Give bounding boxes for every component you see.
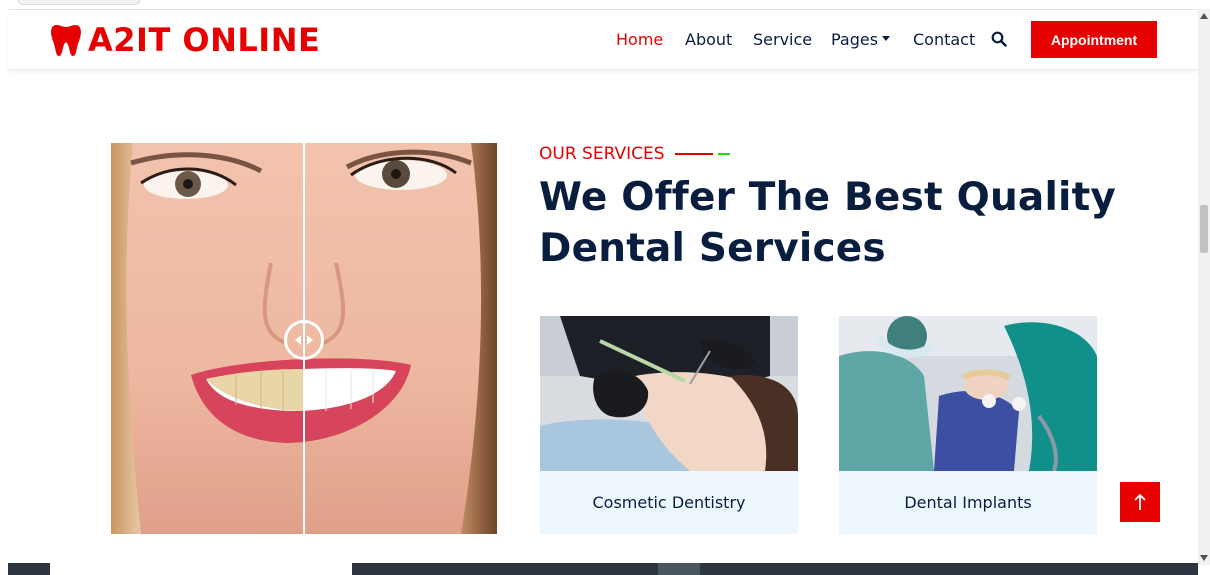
brand-logo[interactable]: A2IT ONLINE (50, 22, 320, 58)
navbar: A2IT ONLINE Home About Service Pages Con… (8, 10, 1198, 70)
service-card-title: Dental Implants (904, 493, 1032, 512)
arrow-left-icon (295, 335, 301, 345)
arrow-up-icon (1134, 493, 1146, 510)
scroll-thumb[interactable] (1200, 205, 1208, 253)
caret-down-icon (882, 36, 891, 41)
service-card-cosmetic-dentistry[interactable]: Cosmetic Dentistry (540, 316, 798, 534)
eyebrow-label: OUR SERVICES (539, 144, 665, 164)
os-taskbar (8, 563, 1198, 575)
search-icon (991, 31, 1007, 47)
scroll-up-arrow-icon[interactable] (1200, 13, 1208, 19)
arrow-right-icon (307, 335, 313, 345)
eyebrow-red-line (674, 153, 713, 155)
service-card-dental-implants[interactable]: Dental Implants (839, 316, 1097, 534)
service-card-title: Cosmetic Dentistry (592, 493, 746, 512)
scroll-down-arrow-icon[interactable] (1200, 555, 1208, 561)
back-to-top-button[interactable] (1120, 482, 1160, 522)
heading-line-1: We Offer The Best Quality (539, 175, 1117, 220)
nav-home[interactable]: Home (616, 30, 663, 50)
appointment-button[interactable]: Appointment (1031, 21, 1157, 58)
before-after-slider[interactable] (111, 143, 497, 534)
eyebrow-green-line (717, 153, 730, 155)
nav-service[interactable]: Service (753, 30, 812, 50)
browser-tab-remnant (18, 0, 140, 5)
page-scrollbar[interactable] (1198, 9, 1210, 565)
nav-contact[interactable]: Contact (913, 30, 975, 50)
search-button[interactable] (990, 30, 1008, 50)
nav-pages[interactable]: Pages (831, 30, 891, 50)
section-eyebrow: OUR SERVICES (539, 144, 730, 164)
tooth-icon (51, 24, 81, 56)
taskbar-app-button[interactable] (658, 563, 700, 575)
nav-about[interactable]: About (685, 30, 732, 50)
dental-implants-photo (839, 316, 1097, 471)
heading-line-2: Dental Services (539, 226, 886, 271)
slider-handle[interactable] (284, 320, 324, 360)
cosmetic-dentistry-photo (540, 316, 798, 471)
brand-name: A2IT ONLINE (88, 21, 321, 59)
taskbar-search-area[interactable] (50, 563, 352, 575)
section-heading: We Offer The Best Quality Dental Service… (539, 172, 1159, 274)
nav-pages-label: Pages (831, 30, 879, 49)
